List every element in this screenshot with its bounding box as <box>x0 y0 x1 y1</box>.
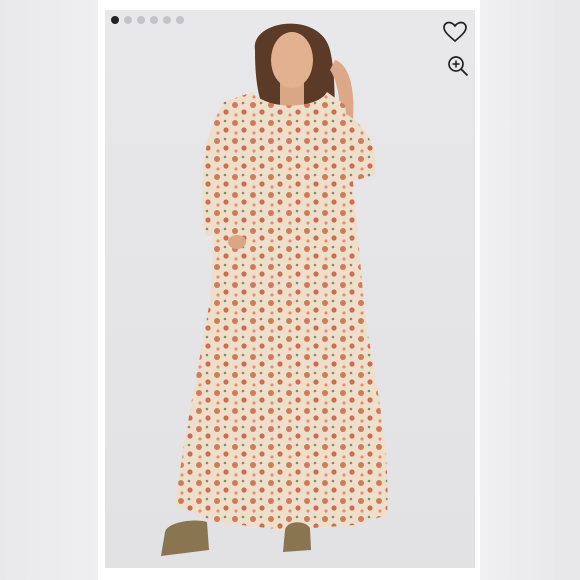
zoom-in-icon <box>448 56 469 77</box>
heart-icon <box>443 21 467 43</box>
right-blurred-background <box>480 0 580 580</box>
image-pagination-dots <box>111 16 184 24</box>
pagination-dot-5[interactable] <box>163 16 171 24</box>
pagination-dot-6[interactable] <box>176 16 184 24</box>
pagination-dot-4[interactable] <box>150 16 158 24</box>
pagination-dot-1[interactable] <box>111 16 119 24</box>
favorite-button[interactable] <box>441 18 469 46</box>
zoom-button[interactable] <box>444 52 472 80</box>
pagination-dot-2[interactable] <box>124 16 132 24</box>
model-illustration <box>105 10 475 568</box>
product-photo[interactable] <box>105 10 475 568</box>
pagination-dot-3[interactable] <box>137 16 145 24</box>
left-blurred-background <box>0 0 98 580</box>
